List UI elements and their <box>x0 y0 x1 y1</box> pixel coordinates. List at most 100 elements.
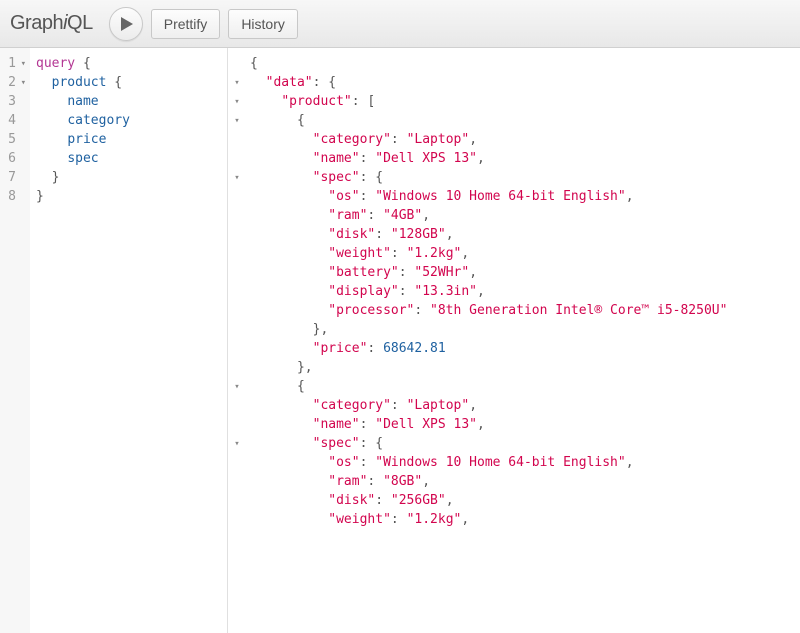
token: 68642.81 <box>383 341 446 356</box>
token: "disk" <box>328 227 375 242</box>
result-line: { <box>250 54 800 73</box>
token: , <box>422 474 430 489</box>
token: : { <box>360 170 383 185</box>
token: , <box>422 208 430 223</box>
query-pane: 1▾2▾345678 query { product { name catego… <box>0 48 228 633</box>
result-line: "display": "13.3in", <box>250 282 800 301</box>
fold-arrow-icon[interactable]: ▾ <box>18 59 26 69</box>
result-line: "os": "Windows 10 Home 64-bit English", <box>250 453 800 472</box>
result-viewer[interactable]: { "data": { "product": [ { "category": "… <box>246 48 800 633</box>
fold-spacer <box>228 244 246 263</box>
fold-arrow-icon[interactable]: ▾ <box>228 92 246 111</box>
token: "os" <box>328 455 359 470</box>
token: : <box>367 341 383 356</box>
token: , <box>446 493 454 508</box>
token: "spec" <box>313 436 360 451</box>
token: , <box>477 417 485 432</box>
token: "Windows 10 Home 64-bit English" <box>375 189 625 204</box>
token: "8GB" <box>383 474 422 489</box>
token: : <box>360 151 376 166</box>
fold-arrow-icon[interactable]: ▾ <box>228 73 246 92</box>
fold-spacer <box>228 396 246 415</box>
token: : <box>391 512 407 527</box>
token: : [ <box>352 94 375 109</box>
token: "spec" <box>313 170 360 185</box>
fold-arrow-icon[interactable]: ▾ <box>228 377 246 396</box>
line-number: 7 <box>0 168 28 187</box>
token: : <box>391 132 407 147</box>
line-number: 1▾ <box>0 54 28 73</box>
token: "weight" <box>328 246 391 261</box>
token: product <box>52 75 115 90</box>
fold-spacer <box>228 301 246 320</box>
token: : { <box>313 75 336 90</box>
query-gutter: 1▾2▾345678 <box>0 48 30 633</box>
fold-arrow-icon[interactable]: ▾ <box>228 168 246 187</box>
execute-button[interactable] <box>109 7 143 41</box>
token: "ram" <box>328 208 367 223</box>
token: { <box>114 75 122 90</box>
fold-spacer <box>228 282 246 301</box>
token: name <box>67 94 98 109</box>
token: , <box>461 512 469 527</box>
token: "price" <box>313 341 368 356</box>
result-line: "battery": "52WHr", <box>250 263 800 282</box>
code-line: category <box>36 111 219 130</box>
fold-spacer <box>228 130 246 149</box>
token: , <box>469 132 477 147</box>
token: , <box>626 189 634 204</box>
fold-spacer <box>228 358 246 377</box>
fold-arrow-icon[interactable]: ▾ <box>228 434 246 453</box>
token: "4GB" <box>383 208 422 223</box>
code-line: } <box>36 187 219 206</box>
logo-text-suffix: QL <box>67 12 93 34</box>
token: "category" <box>313 132 391 147</box>
play-icon <box>121 17 133 31</box>
result-line: "processor": "8th Generation Intel® Core… <box>250 301 800 320</box>
editor-panes: 1▾2▾345678 query { product { name catego… <box>0 48 800 633</box>
code-line: name <box>36 92 219 111</box>
line-number: 3 <box>0 92 28 111</box>
token: , <box>461 246 469 261</box>
fold-arrow-icon[interactable]: ▾ <box>228 111 246 130</box>
fold-spacer <box>228 472 246 491</box>
fold-spacer <box>228 339 246 358</box>
fold-spacer <box>228 225 246 244</box>
token: : <box>360 417 376 432</box>
token: "Windows 10 Home 64-bit English" <box>375 455 625 470</box>
token: : <box>414 303 430 318</box>
query-editor[interactable]: query { product { name category price sp… <box>30 48 227 633</box>
history-button[interactable]: History <box>228 9 298 39</box>
token: : <box>367 474 383 489</box>
result-line: "product": [ <box>250 92 800 111</box>
token: , <box>446 227 454 242</box>
token: "Laptop" <box>407 132 470 147</box>
token: "52WHr" <box>414 265 469 280</box>
result-line: "spec": { <box>250 434 800 453</box>
result-line: "weight": "1.2kg", <box>250 510 800 529</box>
token: "256GB" <box>391 493 446 508</box>
token: : <box>367 208 383 223</box>
fold-arrow-icon[interactable]: ▾ <box>18 78 26 88</box>
result-line: "os": "Windows 10 Home 64-bit English", <box>250 187 800 206</box>
token: "1.2kg" <box>407 246 462 261</box>
token: "Dell XPS 13" <box>375 151 477 166</box>
result-line: "data": { <box>250 73 800 92</box>
fold-spacer <box>228 149 246 168</box>
result-line: "weight": "1.2kg", <box>250 244 800 263</box>
token: : <box>399 284 415 299</box>
code-line: product { <box>36 73 219 92</box>
line-number-text: 5 <box>8 132 16 147</box>
token: { <box>297 379 305 394</box>
result-gutter: ▾▾▾▾▾▾ <box>228 48 246 633</box>
prettify-button[interactable]: Prettify <box>151 9 221 39</box>
line-number-text: 3 <box>8 94 16 109</box>
line-number: 4 <box>0 111 28 130</box>
token: "display" <box>328 284 398 299</box>
line-number-text: 4 <box>8 113 16 128</box>
result-line: }, <box>250 358 800 377</box>
result-line: "name": "Dell XPS 13", <box>250 149 800 168</box>
result-line: "disk": "128GB", <box>250 225 800 244</box>
token: }, <box>313 322 329 337</box>
line-number-text: 1 <box>8 56 16 71</box>
